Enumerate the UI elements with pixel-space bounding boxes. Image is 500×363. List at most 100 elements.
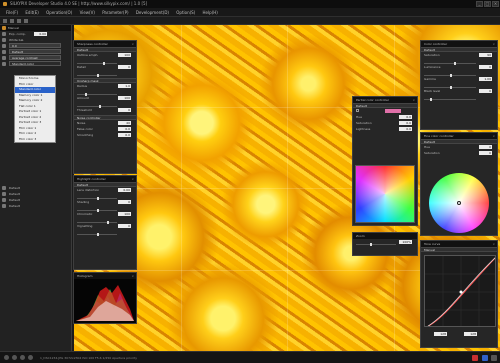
close-icon[interactable]: × (131, 273, 134, 279)
color-icon (2, 62, 6, 66)
output-value[interactable]: 128 (464, 332, 477, 336)
settings-icon[interactable] (491, 355, 497, 361)
row-value[interactable]: 0.0 (399, 127, 412, 131)
menu-help[interactable]: Help(H) (203, 8, 218, 17)
tone-curve-panel: Tone curve × Manual 128 128 (420, 240, 498, 348)
enable-checkbox[interactable] (356, 109, 359, 112)
row-value[interactable]: 0.0 (118, 127, 131, 131)
row-value[interactable]: 0.0 (399, 121, 412, 125)
close-button[interactable]: × (492, 1, 499, 7)
maximize-button[interactable]: □ (484, 1, 491, 7)
save-icon[interactable] (10, 19, 14, 23)
tone-curve-graph[interactable] (424, 255, 496, 327)
menu-item[interactable]: Film color 3 (15, 137, 55, 143)
color-swatch[interactable] (385, 109, 401, 113)
row-value[interactable]: 1.0 (118, 84, 131, 88)
row-label: Hue (424, 145, 431, 149)
menu-operation[interactable]: Operation(O) (46, 8, 72, 17)
zoom-value[interactable]: 100% (399, 240, 412, 244)
slider-track[interactable] (77, 74, 117, 77)
tone-dropdown[interactable]: 0.0 (9, 43, 61, 48)
menu-development[interactable]: Development(D) (136, 8, 169, 17)
next-icon[interactable] (12, 355, 17, 360)
zoom-slider[interactable] (356, 243, 396, 246)
develop-icon[interactable] (482, 355, 488, 361)
slider-track[interactable] (77, 233, 117, 236)
play-icon[interactable] (20, 355, 25, 360)
row-value[interactable]: 100 (118, 96, 131, 100)
minimize-button[interactable]: _ (476, 1, 483, 7)
fine-color-header: Fine color controller × (421, 133, 497, 139)
color-dropdown[interactable]: Standard color (9, 61, 61, 66)
prev-icon[interactable] (4, 355, 9, 360)
row-value[interactable]: 0 (479, 151, 492, 155)
close-icon[interactable]: × (492, 241, 495, 247)
lens-icon (2, 198, 6, 202)
row-value[interactable]: 90 (479, 53, 492, 57)
open-icon[interactable] (3, 19, 7, 23)
row-value[interactable]: 100 (118, 53, 131, 57)
row-value[interactable]: 0 (479, 145, 492, 149)
row-label: Luminance (424, 65, 441, 69)
exposure-value[interactable]: 0.00 (34, 32, 47, 36)
slider-knob[interactable] (97, 233, 99, 236)
row-value[interactable]: 1.00 (479, 77, 492, 81)
sharpness-row (74, 70, 136, 77)
row-value[interactable]: 0 (118, 65, 131, 69)
row-value[interactable]: 0 (118, 224, 131, 228)
input-value[interactable]: 128 (434, 332, 447, 336)
window-title: SILKYPIX Developer Studio 4.0 SE | http:… (10, 1, 148, 6)
menu-view[interactable]: View(V) (80, 8, 95, 17)
highlight-panel-header: Highlight controller × (74, 176, 136, 182)
close-icon[interactable]: × (492, 41, 495, 47)
slider-knob[interactable] (97, 74, 99, 77)
menu-parameter[interactable]: Parameter(P) (102, 8, 128, 17)
contrast-dropdown[interactable]: Average contrast (9, 55, 61, 60)
partial-color-header: Partial color controller × (353, 97, 417, 103)
lower-row[interactable]: Default (0, 203, 72, 209)
histogram-title: Histogram (77, 274, 93, 278)
undo-icon[interactable] (17, 19, 21, 23)
row-value[interactable]: 0 (118, 108, 131, 112)
row-value[interactable]: 0 (479, 65, 492, 69)
preset-dropdown[interactable]: Default (9, 49, 61, 54)
row-value[interactable]: 100 (118, 212, 131, 216)
row-label: Gamma (424, 77, 436, 81)
row-value[interactable]: 0.0 (118, 133, 131, 137)
wheel-marker[interactable] (457, 201, 461, 205)
row-label: Hue (356, 115, 363, 119)
menu-file[interactable]: File(F) (6, 8, 18, 17)
row-value[interactable]: 0.0 (399, 115, 412, 119)
row-label: Vignetting (77, 224, 93, 228)
hue-wheel[interactable] (429, 173, 489, 233)
exposure-label: Exp. comp. (9, 32, 26, 36)
color-wheel-plot[interactable] (355, 165, 415, 223)
highlight-panel: Highlight controller × Default Lens disto… (73, 175, 137, 270)
row-label: Noise (77, 121, 86, 125)
redo-icon[interactable] (24, 19, 28, 23)
close-icon[interactable]: × (131, 41, 134, 47)
record-icon[interactable] (472, 355, 478, 361)
row-value[interactable]: 0.00 (118, 188, 131, 192)
close-icon[interactable]: × (412, 97, 415, 103)
row-value[interactable]: 40 (118, 121, 131, 125)
slider-track[interactable] (424, 98, 476, 101)
grid-view-icon[interactable] (28, 355, 33, 360)
status-bar: 1_DSC1234.JPG 3072x2304 ISO 100 F5.6 1/2… (0, 351, 500, 363)
histogram-graph (74, 279, 136, 323)
lower-row-label: Default (9, 192, 20, 196)
row-label: Chromatic (77, 212, 93, 216)
slider-knob[interactable] (430, 98, 432, 101)
row-value[interactable]: 0 (118, 200, 131, 204)
sharpness-panel-header: Sharpness controller × (74, 41, 136, 47)
menu-edit[interactable]: Edit(E) (25, 8, 38, 17)
slider-knob[interactable] (370, 243, 372, 246)
row-label: Saturation (424, 151, 440, 155)
color-row[interactable]: Standard color (0, 61, 71, 67)
row-value[interactable]: 0 (479, 89, 492, 93)
tone-curve-preset[interactable]: Manual (421, 247, 497, 252)
close-icon[interactable]: × (131, 176, 134, 182)
close-icon[interactable]: × (492, 133, 495, 139)
contrast-icon (2, 56, 6, 60)
menu-option[interactable]: Option(S) (176, 8, 195, 17)
